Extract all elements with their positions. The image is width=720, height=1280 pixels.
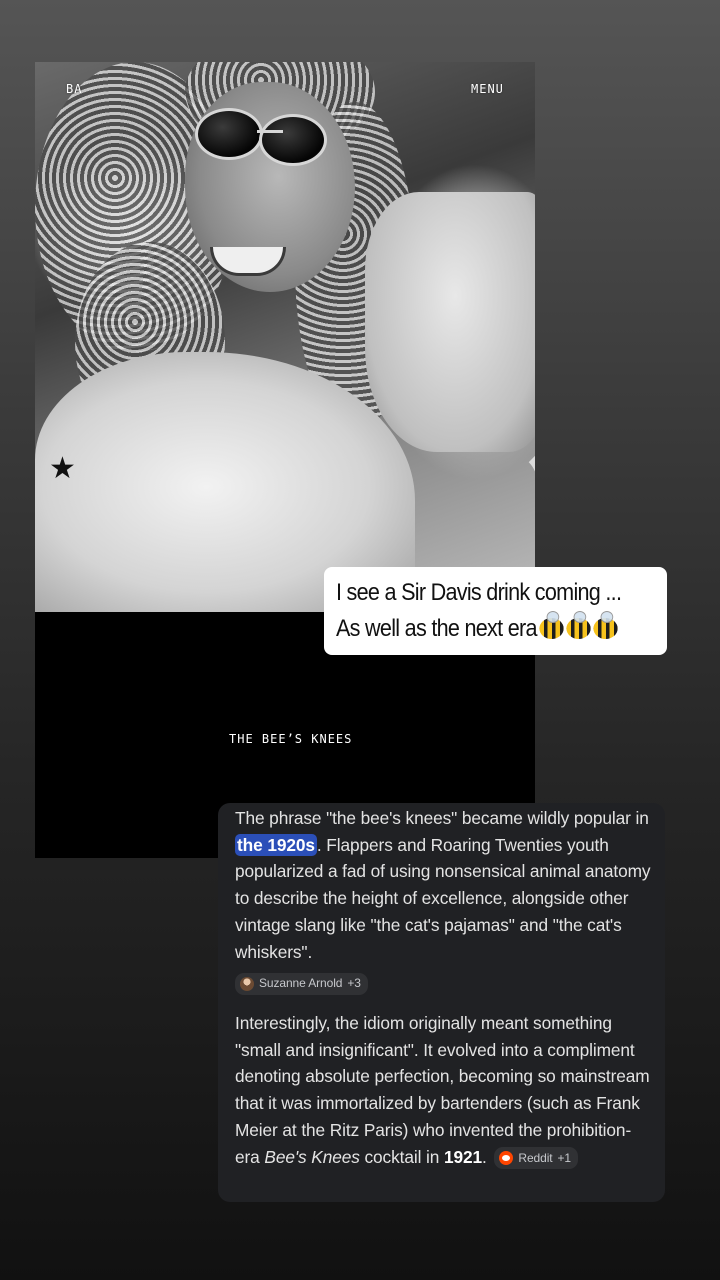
source-chip-reddit[interactable]: Reddit +1 xyxy=(494,1146,578,1169)
bee-icon xyxy=(539,611,564,639)
post-caption: THE BEE’S KNEES xyxy=(229,732,353,746)
shared-post[interactable]: BA MENU ★ THE BEE’S KNEES xyxy=(35,62,535,858)
para2-text-end: . xyxy=(482,1146,487,1167)
source-count: +3 xyxy=(347,976,361,991)
menu-label[interactable]: MENU xyxy=(471,82,504,96)
source-name: Suzanne Arnold xyxy=(259,976,343,991)
ai-paragraph-1: The phrase "the bee's knees" became wild… xyxy=(235,805,655,996)
ai-overview-card: The phrase "the bee's knees" became wild… xyxy=(218,803,665,1202)
person-sleeve xyxy=(365,192,535,452)
sunglasses-left-icon xyxy=(195,108,263,160)
sticker-line-2-text: As well as the next era xyxy=(336,615,537,642)
bee-icon xyxy=(566,611,591,639)
star-icon: ★ xyxy=(49,452,76,485)
para2-text-mid: cocktail in xyxy=(359,1146,444,1167)
post-photo: BA MENU ★ xyxy=(35,62,535,612)
source-chip-suzanne-arnold[interactable]: Suzanne Arnold +3 xyxy=(235,972,368,995)
text-sticker[interactable]: I see a Sir Davis drink coming ... As we… xyxy=(324,567,667,655)
sticker-line-2: As well as the next era xyxy=(336,611,618,643)
sticker-line-1: I see a Sir Davis drink coming ... xyxy=(336,579,622,606)
avatar-icon xyxy=(240,976,254,991)
highlighted-term[interactable]: the 1920s xyxy=(235,833,317,856)
cocktail-name: Bee's Knees xyxy=(264,1146,360,1167)
bee-icon xyxy=(593,611,618,639)
sunglasses-right-icon xyxy=(259,114,327,166)
source-count: +1 xyxy=(557,1150,572,1165)
para2-text-start: Interestingly, the idiom originally mean… xyxy=(235,1013,650,1167)
para1-text-start: The phrase "the bee's knees" became wild… xyxy=(235,808,649,828)
year: 1921 xyxy=(443,1146,483,1167)
glasses-bridge xyxy=(257,130,283,133)
back-label[interactable]: BA xyxy=(66,82,82,96)
reddit-icon xyxy=(499,1150,514,1165)
source-name: Reddit xyxy=(518,1150,553,1165)
ai-paragraph-2: Interestingly, the idiom originally mean… xyxy=(235,1010,655,1170)
